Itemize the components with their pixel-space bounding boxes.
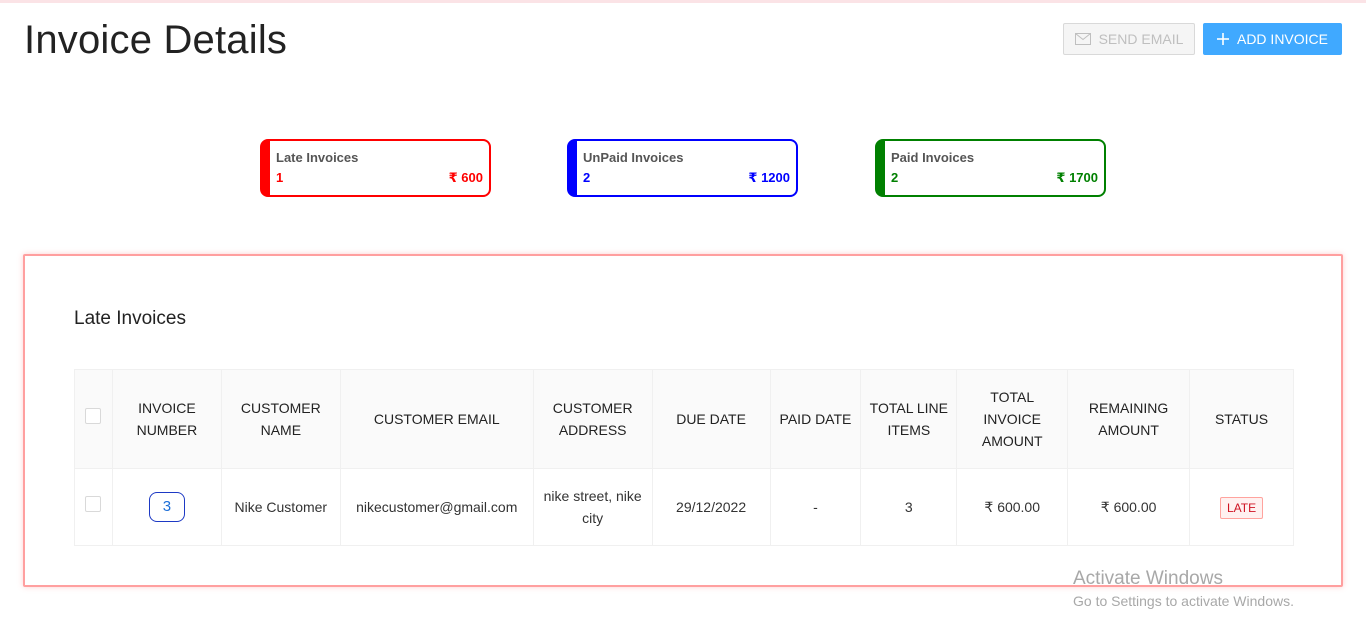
activate-windows-watermark: Activate Windows Go to Settings to activ… [1073,568,1294,609]
cell-customer-email: nikecustomer@gmail.com [339,468,534,546]
panel-title: Late Invoices [74,308,186,329]
header-customer-email[interactable]: CUSTOMER EMAIL [339,369,534,469]
unpaid-invoices-card[interactable]: UnPaid Invoices 2 ₹ 1200 [567,139,798,197]
cell-total-invoice-amount: ₹ 600.00 [956,468,1069,546]
page-title: Invoice Details [24,18,288,62]
cell-status: LATE [1189,468,1294,546]
row-select-cell [74,468,113,546]
add-invoice-button[interactable]: ADD INVOICE [1203,23,1342,55]
paid-invoices-card[interactable]: Paid Invoices 2 ₹ 1700 [875,139,1106,197]
cell-total-line-items: 3 [860,468,958,546]
header-customer-name[interactable]: CUSTOMER NAME [220,369,341,469]
header-status[interactable]: STATUS [1189,369,1294,469]
row-checkbox[interactable] [85,496,102,512]
select-all-checkbox[interactable] [85,408,102,424]
invoice-table: INVOICE NUMBER CUSTOMER NAME CUSTOMER EM… [74,369,1294,546]
card-amount: ₹ 1700 [1056,170,1098,185]
card-title: Late Invoices [276,150,359,165]
send-email-label: SEND EMAIL [1098,31,1184,47]
late-invoices-card[interactable]: Late Invoices 1 ₹ 600 [260,139,491,197]
plus-icon [1216,33,1229,45]
table-row[interactable]: 3 Nike Customer nikecustomer@gmail.com n… [74,468,1294,546]
card-title: UnPaid Invoices [583,150,684,165]
send-email-button[interactable]: SEND EMAIL [1063,23,1195,55]
status-badge: LATE [1219,496,1264,519]
cell-customer-address: nike street, nike city [532,468,653,546]
cell-invoice-number: 3 [111,468,222,546]
late-invoices-panel: Late Invoices INVOICE NUMBER CUSTOMER NA… [23,254,1343,587]
mail-icon [1074,33,1091,45]
cell-paid-date: - [769,468,862,546]
header-customer-address[interactable]: CUSTOMER ADDRESS [532,369,653,469]
card-title: Paid Invoices [891,150,975,165]
header-invoice-number[interactable]: INVOICE NUMBER [111,369,222,469]
cell-remaining-amount: ₹ 600.00 [1067,468,1191,546]
cell-customer-name: Nike Customer [220,468,341,546]
card-count: 2 [583,170,591,185]
header-due-date[interactable]: DUE DATE [651,369,771,469]
select-all-cell [74,369,113,469]
card-count: 2 [891,170,899,185]
table-header-row: INVOICE NUMBER CUSTOMER NAME CUSTOMER EM… [74,369,1294,469]
watermark-subtitle: Go to Settings to activate Windows. [1073,593,1294,609]
invoice-number-link[interactable]: 3 [148,492,185,522]
header-total-invoice-amount[interactable]: TOTAL INVOICE AMOUNT [956,369,1069,469]
card-count: 1 [276,170,284,185]
watermark-title: Activate Windows [1073,568,1223,589]
header-total-line-items[interactable]: TOTAL LINE ITEMS [860,369,958,469]
header-paid-date[interactable]: PAID DATE [769,369,862,469]
top-accent-line [0,0,1366,3]
header-remaining-amount[interactable]: REMAINING AMOUNT [1067,369,1191,469]
add-invoice-label: ADD INVOICE [1236,31,1328,47]
card-amount: ₹ 600 [448,170,483,185]
cell-due-date: 29/12/2022 [651,468,771,546]
card-amount: ₹ 1200 [748,170,790,185]
